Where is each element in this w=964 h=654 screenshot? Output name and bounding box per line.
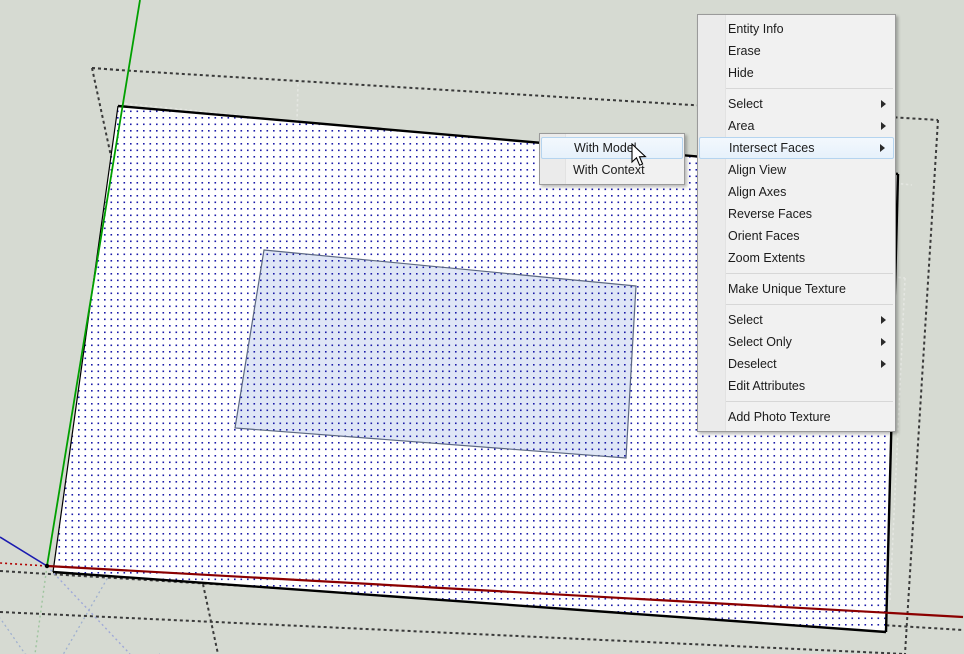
context-menu-item-label: Select Only	[728, 335, 792, 349]
context-menu-separator	[726, 88, 893, 89]
submenu-arrow-icon	[881, 122, 886, 130]
submenu-item-label: With Model	[574, 141, 637, 155]
context-menu-item-select[interactable]: Select	[698, 309, 895, 331]
context-menu-item-label: Edit Attributes	[728, 379, 806, 393]
submenu-arrow-icon	[880, 144, 885, 152]
context-menu-item-entity-info[interactable]: Entity Info	[698, 18, 895, 40]
context-menu-separator	[726, 401, 893, 402]
origin-point	[44, 563, 50, 569]
context-menu-item-label: Select	[728, 97, 763, 111]
context-menu-item-label: Make Unique Texture	[728, 282, 846, 296]
context-menu-item-label: Intersect Faces	[729, 141, 815, 155]
context-menu-item-label: Add Photo Texture	[728, 410, 831, 424]
context-menu-item-align-axes[interactable]: Align Axes	[698, 181, 895, 203]
context-menu-item-label: Orient Faces	[728, 229, 800, 243]
submenu-arrow-icon	[881, 316, 886, 324]
context-menu-item-make-unique-texture[interactable]: Make Unique Texture	[698, 278, 895, 300]
intersect-faces-submenu[interactable]: With Model With Context	[539, 133, 685, 185]
context-menu-item-label: Deselect	[728, 357, 777, 371]
context-menu-item-zoom-extents[interactable]: Zoom Extents	[698, 247, 895, 269]
context-menu-item-label: Area	[728, 119, 755, 133]
context-menu-item-select[interactable]: Select	[698, 93, 895, 115]
context-menu-item-intersect-faces[interactable]: Intersect Faces	[699, 137, 894, 159]
submenu-arrow-icon	[881, 338, 886, 346]
context-menu-item-label: Align Axes	[728, 185, 787, 199]
inner-selected-rectangle	[234, 249, 637, 459]
context-menu-item-label: Zoom Extents	[728, 251, 806, 265]
context-menu-item-label: Entity Info	[728, 22, 784, 36]
submenu-item-label: With Context	[573, 163, 645, 177]
sketchup-window: Entity Info Erase Hide Select Area Intersect …	[0, 0, 964, 654]
context-menu-item-orient-faces[interactable]: Orient Faces	[698, 225, 895, 247]
context-menu-item-edit-attributes[interactable]: Edit Attributes	[698, 375, 895, 397]
context-menu-item-label: Align View	[728, 163, 787, 177]
submenu-arrow-icon	[881, 100, 886, 108]
context-menu-item-reverse-faces[interactable]: Reverse Faces	[698, 203, 895, 225]
context-menu-item-label: Hide	[728, 66, 754, 80]
context-menu-separator	[726, 273, 893, 274]
context-menu-item-label: Reverse Faces	[728, 207, 813, 221]
context-menu-item-hide[interactable]: Hide	[698, 62, 895, 84]
context-menu-item-align-view[interactable]: Align View	[698, 159, 895, 181]
submenu-arrow-icon	[881, 360, 886, 368]
context-menu-item-deselect[interactable]: Deselect	[698, 353, 895, 375]
context-menu-item-label: Select	[728, 313, 763, 327]
submenu-item-with-model[interactable]: With Model	[541, 137, 683, 159]
context-menu-item-select-only[interactable]: Select Only	[698, 331, 895, 353]
context-menu-separator	[726, 304, 893, 305]
entity-context-menu[interactable]: Entity Info Erase Hide Select Area Intersect …	[697, 14, 896, 432]
submenu-item-with-context[interactable]: With Context	[540, 159, 684, 181]
context-menu-item-add-photo-texture[interactable]: Add Photo Texture	[698, 406, 895, 428]
context-menu-item-label: Erase	[728, 44, 761, 58]
context-menu-item-erase[interactable]: Erase	[698, 40, 895, 62]
context-menu-item-area[interactable]: Area	[698, 115, 895, 137]
